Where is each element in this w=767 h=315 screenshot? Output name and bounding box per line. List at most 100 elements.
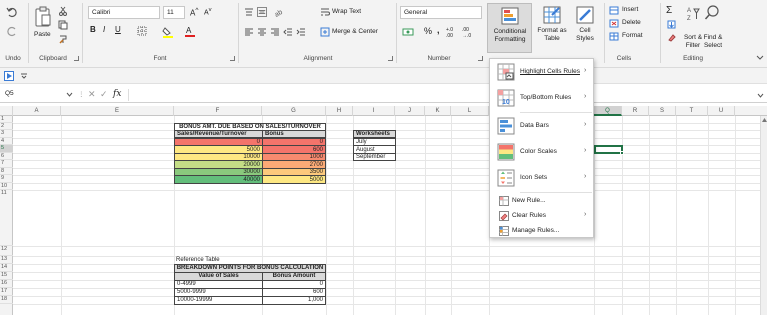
row-header[interactable]: 6 [0, 153, 13, 160]
customize-qat-icon[interactable] [20, 72, 28, 80]
reference-table-caption[interactable]: Reference Table [174, 256, 263, 264]
comma-style-icon[interactable]: , [437, 25, 440, 35]
cancel-entry-icon[interactable]: ✕ [88, 89, 96, 100]
number-format-select[interactable]: General [400, 6, 482, 19]
insert-cells-icon[interactable] [609, 6, 619, 15]
row-header[interactable]: 15 [0, 272, 13, 280]
row-header[interactable]: 1 [0, 116, 13, 123]
paste-button[interactable]: Paste [34, 31, 51, 38]
italic-icon[interactable]: I [103, 25, 105, 34]
worksheet-grid[interactable]: BONUS AMT. DUE BASED ON SALES/TURNOVER S… [13, 116, 767, 315]
accounting-format-icon[interactable] [402, 27, 414, 37]
decrease-decimal-icon[interactable]: .00 →.0 [462, 27, 471, 39]
format-cells-icon[interactable] [609, 32, 619, 41]
row-header[interactable]: 10 [0, 183, 13, 190]
menu-item-data-bars[interactable]: Data Bars › [490, 115, 593, 137]
column-header-a[interactable]: A [13, 106, 61, 116]
cell-styles-button[interactable]: Cell Styles [571, 3, 599, 53]
active-cell-q5[interactable] [594, 145, 623, 154]
row-header[interactable]: 7 [0, 160, 13, 168]
menu-item-top-bottom-rules[interactable]: 10 Top/Bottom Rules › [490, 87, 593, 109]
formula-more-icon[interactable]: ⋮ [78, 90, 85, 98]
merge-center-button[interactable]: Merge & Center [332, 28, 378, 35]
increase-indent-icon[interactable] [296, 27, 306, 37]
align-right-icon[interactable] [270, 27, 280, 37]
insert-function-icon[interactable]: fx [113, 89, 121, 99]
align-center-icon[interactable] [257, 27, 267, 37]
menu-item-icon-sets[interactable]: Icon Sets › [490, 167, 593, 189]
fill-color-icon[interactable] [162, 26, 174, 38]
bonus-header-bonus[interactable]: Bonus [262, 130, 326, 138]
borders-icon[interactable] [137, 26, 147, 36]
column-header-s[interactable]: S [649, 106, 676, 116]
row-header[interactable]: 2 [0, 123, 13, 130]
decrease-indent-icon[interactable] [283, 27, 293, 37]
row-header[interactable]: 8 [0, 168, 13, 175]
menu-item-new-rule[interactable]: New Rule... [490, 194, 593, 208]
wrap-text-icon[interactable] [320, 7, 330, 17]
sort-filter-icon[interactable]: AZ [686, 5, 700, 23]
font-color-icon[interactable]: A [184, 25, 196, 37]
decrease-font-icon[interactable]: Av [204, 7, 212, 16]
bonus-sales-cell[interactable]: 40000 [174, 175, 263, 184]
redo-icon[interactable] [5, 24, 19, 38]
delete-cells-icon[interactable] [609, 19, 619, 28]
number-launcher-icon[interactable] [478, 56, 483, 61]
format-as-table-button[interactable]: Format as Table [535, 3, 569, 53]
format-painter-icon[interactable] [58, 34, 68, 44]
reference-range-cell[interactable]: 10000-19999 [174, 296, 263, 305]
menu-item-highlight-cells-rules[interactable]: Highlight Cells Rules › [490, 61, 593, 83]
confirm-entry-icon[interactable]: ✓ [100, 89, 108, 100]
reference-bonus-cell[interactable]: 1,000 [262, 296, 326, 305]
menu-item-color-scales[interactable]: Color Scales › [490, 141, 593, 163]
percent-style-icon[interactable]: % [424, 26, 432, 36]
increase-decimal-icon[interactable]: +.0.00 [446, 27, 453, 39]
column-header-k[interactable]: K [425, 106, 451, 116]
worksheet-item[interactable]: September [353, 153, 396, 161]
column-header-r[interactable]: R [622, 106, 649, 116]
conditional-formatting-button[interactable]: Conditional Formatting [487, 3, 532, 53]
align-middle-icon[interactable] [257, 7, 267, 17]
row-header[interactable]: 14 [0, 264, 13, 272]
column-header-u[interactable]: U [708, 106, 735, 116]
bonus-header-sales[interactable]: Sales/Revenue/Turnover [174, 130, 263, 138]
column-header-e[interactable]: E [61, 106, 174, 116]
undo-icon[interactable] [5, 5, 19, 19]
row-header[interactable]: 12 [0, 246, 13, 256]
menu-item-manage-rules[interactable]: Manage Rules... [490, 224, 593, 238]
font-launcher-icon[interactable] [230, 56, 235, 61]
insert-cells-button[interactable]: Insert [622, 6, 638, 13]
menu-item-clear-rules[interactable]: Clear Rules › [490, 209, 593, 223]
increase-font-icon[interactable]: A^ [190, 7, 198, 18]
column-header-t[interactable]: T [676, 106, 708, 116]
formula-input[interactable] [128, 89, 756, 101]
column-header-g[interactable]: G [262, 106, 326, 116]
font-size-select[interactable]: 11 [163, 6, 185, 19]
bold-icon[interactable]: B [90, 25, 96, 34]
row-header[interactable]: 4 [0, 138, 13, 145]
clipboard-launcher-icon[interactable] [74, 56, 79, 61]
autosum-icon[interactable]: Σ [666, 5, 672, 16]
clear-icon[interactable] [667, 33, 676, 42]
paste-icon[interactable] [34, 6, 52, 28]
select-all-corner[interactable] [0, 106, 13, 116]
font-name-select[interactable]: Calibri [88, 6, 160, 19]
row-header[interactable]: 5 [0, 145, 13, 153]
row-header[interactable]: 13 [0, 256, 13, 264]
align-top-icon[interactable] [244, 7, 254, 17]
alignment-launcher-icon[interactable] [388, 56, 393, 61]
macro-play-icon[interactable] [4, 71, 14, 81]
find-select-button[interactable]: Find & Select [700, 34, 726, 50]
row-header[interactable]: 18 [0, 296, 13, 304]
merge-center-icon[interactable] [320, 27, 330, 37]
bonus-amount-cell[interactable]: 5000 [262, 175, 326, 184]
fill-icon[interactable] [667, 20, 676, 29]
row-header[interactable]: 17 [0, 288, 13, 296]
row-header[interactable]: 16 [0, 280, 13, 288]
align-left-icon[interactable] [244, 27, 254, 37]
scroll-up-icon[interactable] [762, 118, 767, 122]
orientation-icon[interactable]: ab [273, 6, 285, 18]
underline-icon[interactable]: U [115, 25, 121, 34]
row-header[interactable]: 9 [0, 175, 13, 183]
name-box-dropdown-icon[interactable] [66, 92, 73, 98]
